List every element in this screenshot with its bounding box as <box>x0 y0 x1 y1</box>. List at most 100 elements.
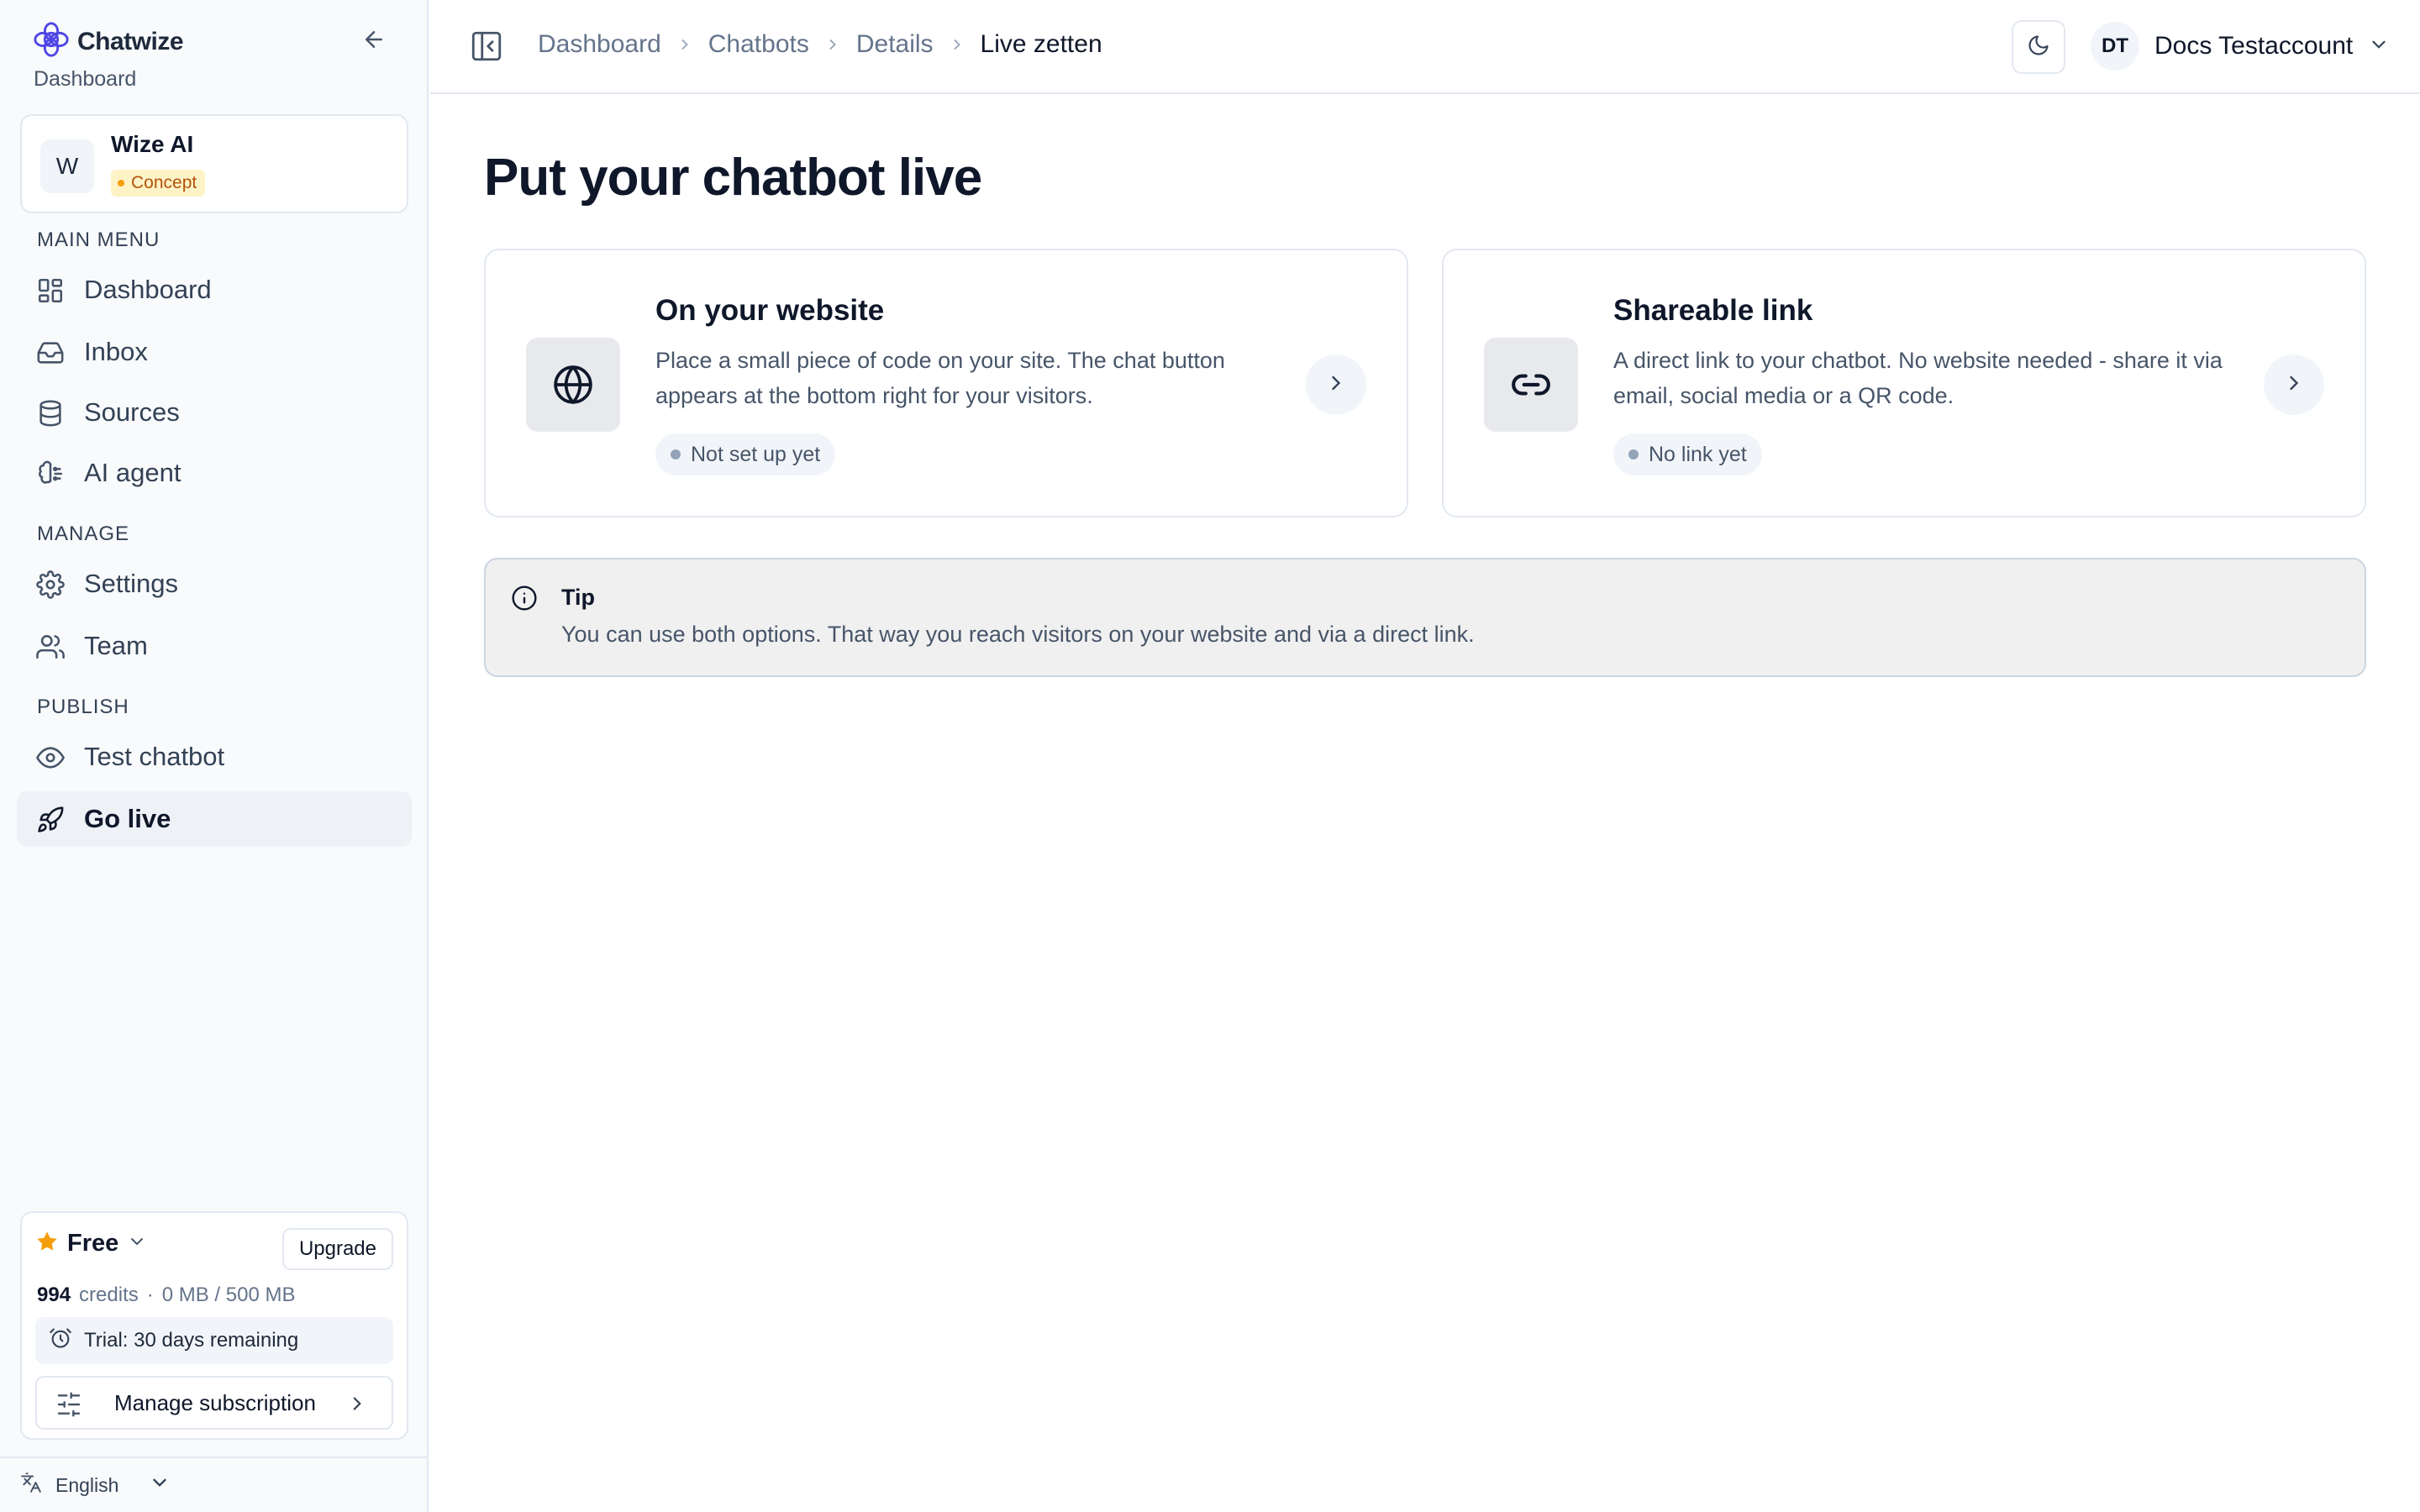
storage-usage: 0 MB / 500 MB <box>161 1284 296 1306</box>
sliders-icon <box>55 1391 82 1424</box>
language-label: English <box>55 1473 119 1496</box>
credits-value: 994 <box>37 1284 71 1306</box>
plan-name: Free <box>67 1230 119 1257</box>
user-name: Docs Testaccount <box>2154 32 2354 60</box>
avatar: DT <box>2091 22 2139 71</box>
tip-text: You can use both options. That way you r… <box>561 622 1475 647</box>
chatwize-logo-icon <box>32 20 71 63</box>
breadcrumb-current: Live zetten <box>980 30 1102 58</box>
separator: · <box>146 1284 154 1306</box>
user-menu[interactable]: DT Docs Testaccount <box>2091 22 2390 71</box>
brand-name: Chatwize <box>77 27 184 55</box>
breadcrumb-dashboard[interactable]: Dashboard <box>538 30 661 59</box>
sidebar-item-label: Settings <box>84 569 179 598</box>
breadcrumb-chatbots[interactable]: Chatbots <box>708 30 809 59</box>
sidebar-item-label: AI agent <box>84 458 182 487</box>
panel-left-close-icon <box>469 31 504 67</box>
status-badge: No link yet <box>1613 433 1762 475</box>
database-icon <box>35 398 66 428</box>
sidebar-item-label: Go live <box>84 804 171 833</box>
status-dot <box>1628 449 1639 459</box>
chevron-right-icon <box>2282 371 2306 399</box>
breadcrumb-details[interactable]: Details <box>856 30 934 59</box>
status-dot <box>118 180 124 186</box>
page-title: Put your chatbot live <box>484 149 982 207</box>
card-title: On your website <box>655 294 885 327</box>
info-icon <box>511 585 538 616</box>
plan-card: Free Upgrade 994 credits · 0 MB / 500 MB… <box>20 1211 408 1440</box>
manage-subscription-button[interactable]: Manage subscription <box>35 1376 393 1430</box>
chevron-down-icon <box>149 1472 171 1499</box>
translate-icon <box>20 1472 42 1499</box>
sidebar-item-label: Dashboard <box>84 275 212 304</box>
chevron-right-icon <box>949 36 965 53</box>
sidebar-item-team[interactable]: Team <box>17 618 412 674</box>
chevron-down-icon <box>127 1231 147 1256</box>
sidebar-item-dashboard[interactable]: Dashboard <box>17 262 412 318</box>
upgrade-button[interactable]: Upgrade <box>281 1228 393 1270</box>
arrow-left-icon <box>361 27 387 56</box>
chevron-right-icon <box>824 36 841 53</box>
chatbot-selector[interactable]: W Wize AI Concept <box>20 114 408 213</box>
sidebar-item-go-live[interactable]: Go live <box>17 791 412 847</box>
alarm-clock-icon <box>49 1326 72 1356</box>
bot-name: Wize AI <box>111 131 194 157</box>
sidebar-item-label: Team <box>84 631 148 660</box>
theme-toggle-button[interactable] <box>2012 20 2065 74</box>
trial-notice: Trial: 30 days remaining <box>35 1317 393 1364</box>
sidebar-item-sources[interactable]: Sources <box>17 385 412 440</box>
brand-subtitle: Dashboard <box>34 67 137 91</box>
credits-label: credits <box>79 1284 139 1306</box>
status-dot <box>671 449 681 459</box>
tip-callout: Tip You can use both options. That way y… <box>484 558 2366 677</box>
section-title-main-menu: MAIN MENU <box>37 228 160 251</box>
shareable-link-card[interactable]: Shareable link A direct link to your cha… <box>1442 249 2366 517</box>
chevron-right-icon <box>346 1393 368 1420</box>
rocket-icon <box>35 805 66 835</box>
gear-icon <box>35 570 66 600</box>
layout-dashboard-icon <box>35 276 66 306</box>
sidebar-item-label: Sources <box>84 397 180 427</box>
status-badge-label: Concept <box>131 173 197 192</box>
link-icon <box>1484 338 1578 432</box>
eye-icon <box>35 743 66 773</box>
brand[interactable]: Chatwize <box>32 20 184 63</box>
users-icon <box>35 632 66 662</box>
sidebar-item-label: Test chatbot <box>84 742 225 771</box>
chevron-down-icon <box>2368 34 2390 60</box>
sidebar-item-inbox[interactable]: Inbox <box>17 324 412 380</box>
inbox-icon <box>35 338 66 368</box>
section-title-publish: PUBLISH <box>37 696 129 718</box>
tip-title: Tip <box>561 585 595 610</box>
status-badge-label: Not set up yet <box>691 442 821 466</box>
sidebar-item-settings[interactable]: Settings <box>17 556 412 612</box>
status-badge-label: No link yet <box>1649 442 1747 466</box>
sidebar-item-ai-agent[interactable]: AI agent <box>17 445 412 501</box>
manage-subscription-label: Manage subscription <box>114 1389 316 1415</box>
star-icon <box>35 1230 59 1257</box>
trial-text: Trial: 30 days remaining <box>84 1329 299 1352</box>
brain-icon <box>35 459 66 489</box>
section-title-manage: MANAGE <box>37 522 130 545</box>
breadcrumb: Dashboard Chatbots Details Live zetten <box>538 30 1102 59</box>
toggle-sidebar-button[interactable] <box>469 29 504 64</box>
card-description: A direct link to your chatbot. No websit… <box>1613 348 2223 408</box>
open-website-embed-button[interactable] <box>1306 354 1366 415</box>
sidebar: Chatwize Dashboard W Wize AI Concept MAI… <box>0 0 429 1512</box>
status-badge: Concept <box>111 170 206 197</box>
top-header: Dashboard Chatbots Details Live zetten D… <box>430 0 2420 94</box>
open-shareable-link-button[interactable] <box>2264 354 2324 415</box>
status-badge: Not set up yet <box>655 433 836 475</box>
chevron-right-icon <box>1324 371 1348 399</box>
language-selector[interactable]: English <box>0 1457 427 1512</box>
card-description: Place a small piece of code on your site… <box>655 348 1225 408</box>
plan-selector[interactable]: Free <box>35 1230 147 1257</box>
website-embed-card[interactable]: On your website Place a small piece of c… <box>484 249 1408 517</box>
card-title: Shareable link <box>1613 294 1813 327</box>
sidebar-item-label: Inbox <box>84 337 148 366</box>
globe-icon <box>526 338 620 432</box>
sidebar-item-test-chatbot[interactable]: Test chatbot <box>17 729 412 785</box>
collapse-sidebar-button[interactable] <box>356 24 392 59</box>
usage-summary: 994 credits · 0 MB / 500 MB <box>37 1284 295 1307</box>
moon-icon <box>2027 34 2050 61</box>
